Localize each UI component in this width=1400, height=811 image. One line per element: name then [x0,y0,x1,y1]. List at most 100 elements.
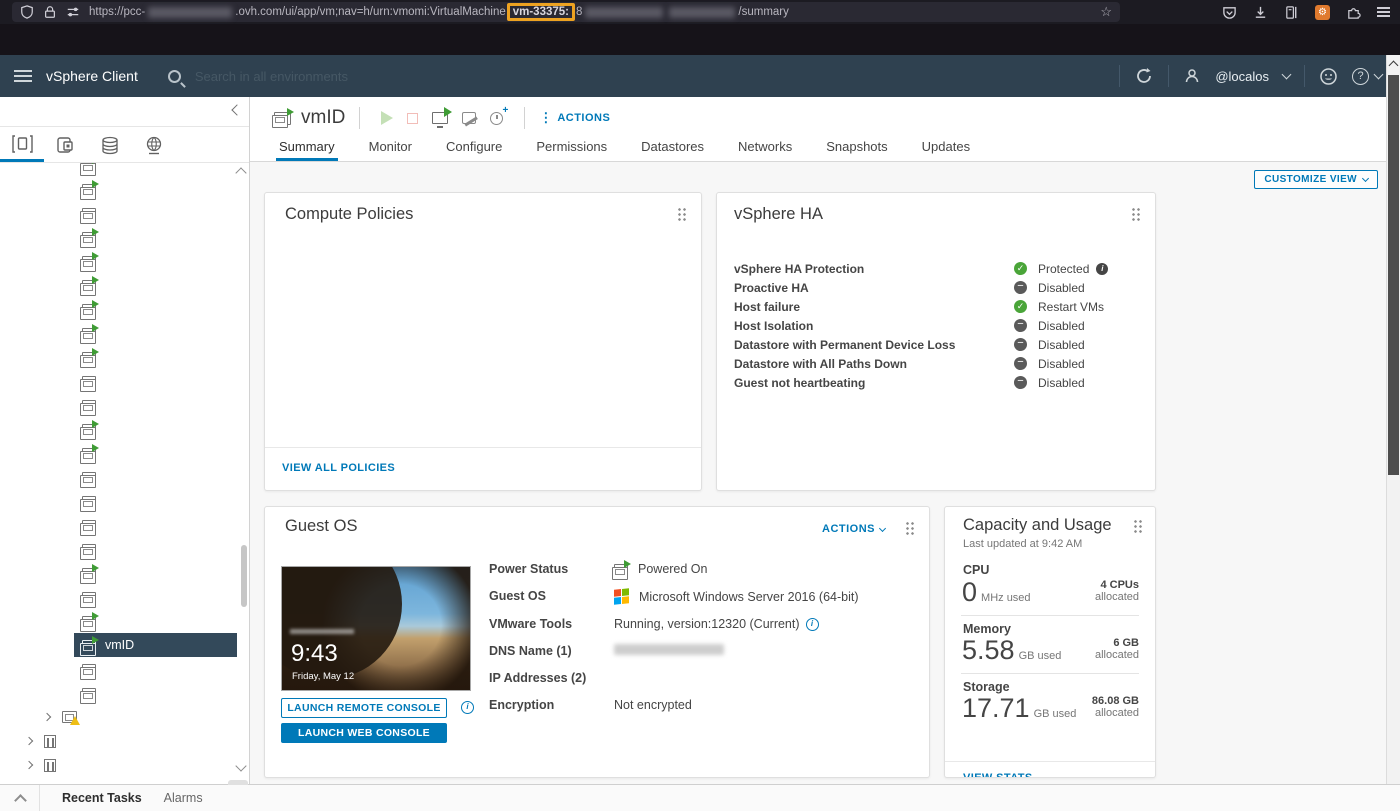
ha-row: Datastore with Permanent Device Loss − D… [734,335,1138,354]
tab-configure[interactable]: Configure [443,139,505,161]
tree-item-vm[interactable] [74,657,237,681]
redacted-url-segment [148,6,233,18]
expand-icon[interactable] [42,712,52,722]
ha-row: vSphere HA Protection ✓ Protected i [734,259,1138,278]
tree-item-vm[interactable] [74,489,237,513]
tree-item-vm-selected[interactable]: vmID [74,633,237,657]
tree-item-vm[interactable] [74,249,237,273]
help-menu[interactable]: ? [1352,67,1384,85]
tab-datastores[interactable]: Datastores [638,139,707,161]
feedback-smiley-icon[interactable] [1319,67,1338,86]
info-icon[interactable]: i [461,701,474,714]
scrollbar-up-icon[interactable] [1388,60,1399,71]
tab-hosts-and-clusters[interactable] [0,128,44,162]
tab-summary[interactable]: Summary [276,139,338,161]
tree-item-vm[interactable] [74,177,237,201]
tree-item-vm[interactable] [74,681,237,705]
lock-icon[interactable] [43,5,57,19]
user-menu[interactable]: @localos [1215,69,1269,84]
tree-scrollbar-thumb[interactable] [241,545,247,607]
browser-toolbar: https://pcc- .ovh.com/ui/app/vm;nav=h/ur… [0,0,1400,24]
drag-handle-icon[interactable] [905,521,914,535]
tree-item-vm[interactable] [74,465,237,489]
launch-console-button[interactable] [432,107,453,128]
page-scrollbar[interactable] [1386,55,1400,811]
tree-item-vm[interactable] [74,297,237,321]
user-icon[interactable] [1183,67,1201,85]
ha-rows: vSphere HA Protection ✓ Protected i Proa… [734,259,1138,392]
vm-console-thumbnail[interactable]: 9:43 Friday, May 12 [281,566,471,691]
tree-item-vm[interactable] [74,163,237,177]
expand-icon[interactable] [24,736,34,746]
drag-handle-icon[interactable] [1133,519,1142,533]
collapse-sidebar-icon[interactable] [231,104,243,116]
launch-remote-console-button[interactable]: LAUNCH REMOTE CONSOLE [281,698,447,718]
tab-vms-and-templates[interactable] [44,128,88,162]
tree-item-cluster[interactable] [42,705,237,729]
tree-item-vm[interactable] [74,441,237,465]
resize-handle[interactable] [228,780,248,785]
drag-handle-icon[interactable] [677,207,686,221]
info-icon[interactable]: i [805,617,819,631]
download-icon[interactable] [1253,5,1268,20]
install-tools-button[interactable] [462,112,477,124]
power-off-button[interactable] [407,112,419,124]
power-on-button[interactable] [381,111,394,125]
browser-menu-icon[interactable] [1377,4,1390,19]
launch-web-console-button[interactable]: LAUNCH WEB CONSOLE [281,723,447,743]
tab-networks[interactable]: Networks [735,139,795,161]
permissions-icon[interactable] [66,5,80,19]
expand-icon[interactable] [24,760,34,770]
ha-label: Datastore with All Paths Down [734,356,907,371]
vm-powered-off-icon [80,207,96,224]
customize-view-button[interactable]: CUSTOMIZE VIEW [1254,170,1378,189]
tab-storage[interactable] [88,128,132,162]
tree-item-vm[interactable] [74,393,237,417]
tree-item-vm[interactable] [74,609,237,633]
tree-item-vm[interactable] [74,273,237,297]
detail-value: Powered On [638,562,708,576]
tab-networking[interactable] [132,128,176,162]
tab-updates[interactable]: Updates [919,139,973,161]
tree-item-vm[interactable] [74,585,237,609]
view-all-policies-link[interactable]: VIEW ALL POLICIES [282,462,395,474]
bookmark-star-icon[interactable]: ☆ [1100,4,1112,20]
tab-monitor[interactable]: Monitor [366,139,415,161]
main-menu-icon[interactable] [14,66,32,86]
extensions-menu-icon[interactable] [1346,5,1361,20]
pocket-icon[interactable] [1222,5,1237,20]
capacity-allocated: 4 CPUs [1100,579,1139,591]
tab-permissions[interactable]: Permissions [533,139,610,161]
tree-item-vm[interactable] [74,225,237,249]
info-icon[interactable]: i [1096,262,1109,275]
tree-item-vm[interactable] [74,201,237,225]
refresh-icon[interactable] [1134,66,1154,86]
shield-icon[interactable] [20,5,34,19]
status-disabled-icon: − [1014,357,1027,370]
expand-panel-icon[interactable] [14,793,27,807]
tab-recent-tasks[interactable]: Recent Tasks [62,791,142,805]
tree-item-vm[interactable] [74,369,237,393]
tree-item-vm[interactable] [74,345,237,369]
global-search[interactable]: Search in all environments [167,69,348,84]
guest-os-actions-button[interactable]: ACTIONS [822,523,887,535]
tree-item-vm[interactable] [74,537,237,561]
snapshot-icon [490,105,508,125]
tree-item-vm[interactable] [74,417,237,441]
tree-item-vm[interactable] [74,561,237,585]
tab-snapshots[interactable]: Snapshots [823,139,890,161]
library-icon[interactable] [1284,5,1299,20]
take-snapshot-button[interactable] [490,105,508,125]
extension-icon[interactable]: ⚙ [1315,4,1330,20]
scrollbar-thumb[interactable] [1388,75,1399,475]
tree-item-vm[interactable] [74,321,237,345]
actions-menu-button[interactable]: ⋮ ACTIONS [539,110,610,126]
drag-handle-icon[interactable] [1131,207,1140,221]
tree-item-vm[interactable] [74,513,237,537]
tab-alarms[interactable]: Alarms [164,791,203,805]
card-footer: VIEW STATS [945,761,1155,777]
view-stats-link[interactable]: VIEW STATS [963,772,1033,777]
tree-item-datacenter[interactable] [24,729,237,753]
address-bar[interactable]: https://pcc- .ovh.com/ui/app/vm;nav=h/ur… [12,2,1120,22]
tree-item-datacenter[interactable] [24,753,237,777]
